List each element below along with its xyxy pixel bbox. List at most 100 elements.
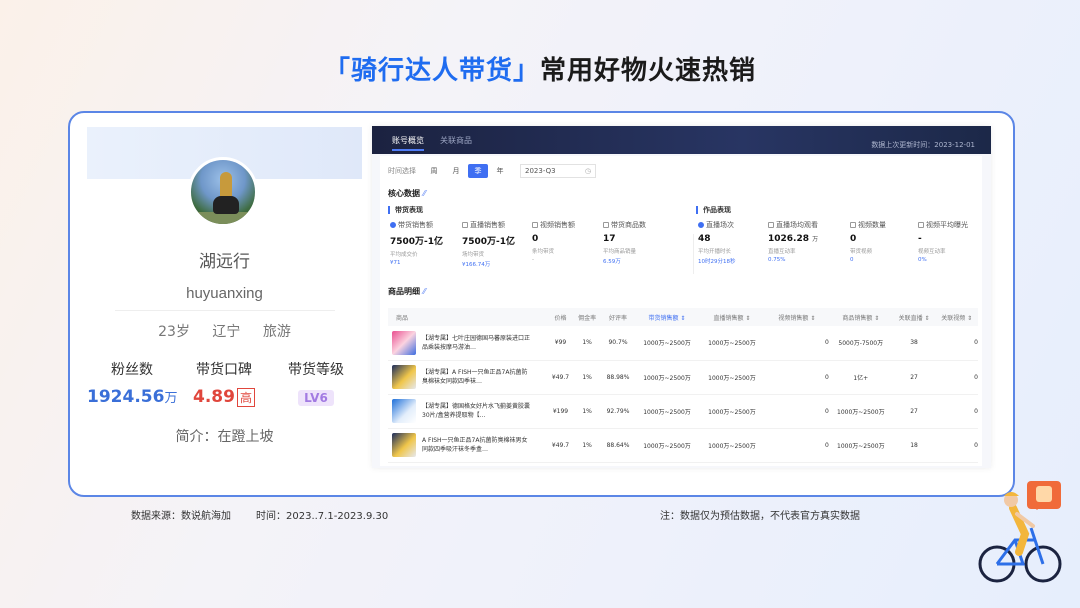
cell-related-live: 38 [892, 326, 936, 361]
period-year[interactable]: 年 [490, 164, 510, 178]
rating-label: 带货口碑 [196, 362, 252, 378]
cell-total-sales: 1000万~2500万 [635, 360, 699, 395]
cell-related-live: 27 [892, 394, 936, 429]
cell-commission: 1% [573, 394, 601, 429]
slide-title-rest: 常用好物火速热销 [540, 56, 757, 86]
profile-card: 湖远行 huyuanxing 23岁 辽宁 旅游 粉丝数 1924.56万 带货… [87, 127, 362, 467]
cell-related-video[interactable]: 0 [935, 360, 978, 395]
profile-handle: huyuanxing [186, 285, 263, 302]
time-filter-label: 时间选择 [388, 167, 416, 175]
fans-label: 粉丝数 [111, 362, 153, 378]
slide-title-highlight: 「骑行达人带货」 [323, 56, 540, 86]
product-table: 商品 价格 佣金率 好评率 带货销售额 ⇕ 直播销售额 ⇕ 视频销售额 ⇕ 商品… [388, 308, 978, 463]
cell-live-sales: 1000万~2500万 [698, 394, 765, 429]
data-time-range: 时间：2023..7.1-2023.9.30 [256, 511, 389, 522]
cell-product-sales: 5000万-7500万 [828, 326, 893, 361]
live-count-icon [698, 222, 704, 228]
level-label: 带货等级 [288, 362, 344, 378]
col-live-sales[interactable]: 直播销售额 ⇕ [698, 308, 765, 326]
table-row[interactable]: A FISH一只鱼正品7A抗菌防臭棉袜男女同款四季吸汗袜冬季盒… ¥49.7 1… [388, 428, 978, 463]
cell-related-live: 27 [892, 360, 936, 395]
cell-total-sales: 1000万~2500万 [635, 428, 699, 463]
cell-video-sales: 0 [764, 394, 829, 429]
slide-title: 「骑行达人带货」常用好物火速热销 [0, 50, 1080, 87]
stat-level: 带货等级 LV6 [271, 359, 361, 407]
disclaimer-note: 注：数据仅为预估数据，不代表官方真实数据 [660, 511, 860, 522]
dashboard-screenshot: 账号概览 关联商品 数据上次更新时间：2023-12-01 时间选择 周 月 季… [372, 126, 991, 468]
cell-product-sales: 1000万~2500万 [828, 394, 893, 429]
calendar-icon: ◷ [584, 167, 591, 175]
metric-live-count: 直播场次 48 平均开播时长 10时29分18秒 [698, 221, 736, 265]
cell-praise: 90.7% [600, 326, 636, 361]
table-row[interactable]: 【湖专属】A FISH一只鱼正品7A抗菌防臭棉袜女同款四季袜… ¥49.7 1%… [388, 360, 978, 395]
cell-related-video[interactable]: 0 [935, 394, 978, 429]
stat-rating: 带货口碑 4.89 高 [179, 359, 269, 407]
product-thumbnail[interactable] [392, 365, 416, 389]
cell-price: ¥49.7 [547, 360, 574, 395]
table-row[interactable]: 【湖专属】七叶庄园德国马蕃原装进口正品乘装按摩马游油… ¥99 1% 90.7%… [388, 326, 978, 361]
cell-total-sales: 1000万~2500万 [635, 326, 699, 361]
col-price: 价格 [547, 308, 574, 326]
cell-video-sales: 0 [764, 360, 829, 395]
metric-total-sales: 带货销售额 7500万-1亿 平均成交价 ¥71 [390, 221, 444, 266]
profile-category: 旅游 [262, 324, 291, 340]
col-total-sales[interactable]: 带货销售额 ⇕ [635, 308, 699, 326]
tab-related-products[interactable]: 关联商品 [440, 135, 472, 146]
col-video-sales[interactable]: 视频销售额 ⇕ [764, 308, 829, 326]
metric-live-sales: 直播销售额 7500万-1亿 场均带货 ¥166.74万 [462, 221, 516, 268]
period-week[interactable]: 周 [424, 164, 444, 178]
cell-price: ¥49.7 [547, 428, 574, 463]
product-thumbnail[interactable] [392, 330, 416, 355]
table-row[interactable]: 【湖专属】德国格女好片水飞蓟姜黄胶囊30片/盒营养提取物【… ¥199 1% 9… [388, 394, 978, 429]
video-count-icon [850, 222, 856, 228]
rating-value: 4.89 [193, 387, 235, 407]
stat-fans: 粉丝数 1924.56万 [87, 359, 177, 407]
live-icon [462, 222, 468, 228]
data-source: 数据来源：数说航海加 [131, 511, 231, 522]
dashboard-header: 账号概览 关联商品 数据上次更新时间：2023-12-01 [372, 126, 991, 154]
dashboard-body: 时间选择 周 月 季 年 2023-Q3 ◷ 核心数据 ⁄⁄ 带货表现 作品表现 带… [380, 156, 982, 466]
period-quarter[interactable]: 季 [468, 164, 488, 178]
cell-product-sales: 1000万~2500万 [828, 428, 893, 463]
date-picker[interactable]: 2023-Q3 ◷ [520, 164, 596, 178]
fans-value: 1924.56 [87, 387, 165, 407]
cell-price: ¥99 [547, 326, 574, 361]
cell-live-sales: 1000万~2500万 [698, 360, 765, 395]
col-product-sales[interactable]: 商品销售额 ⇕ [828, 308, 893, 326]
rating-badge: 高 [236, 387, 255, 407]
product-icon [603, 222, 609, 228]
product-name[interactable]: 【湖专属】七叶庄园德国马蕃原装进口正品乘装按摩马游油… [422, 334, 532, 352]
tab-account-overview[interactable]: 账号概览 [392, 135, 424, 151]
metric-video-count: 视频数量 0 带货视频 0 [850, 221, 886, 263]
cell-related-video[interactable]: 0 [935, 326, 978, 361]
product-thumbnail[interactable] [392, 399, 416, 423]
cell-commission: 1% [573, 428, 601, 463]
level-badge: LV6 [298, 390, 334, 406]
product-name[interactable]: 【湖专属】德国格女好片水飞蓟姜黄胶囊30片/盒营养提取物【… [422, 402, 532, 420]
product-thumbnail[interactable] [392, 433, 416, 457]
profile-meta: 23岁 辽宁 旅游 [87, 321, 362, 341]
table-header: 商品 价格 佣金率 好评率 带货销售额 ⇕ 直播销售额 ⇕ 视频销售额 ⇕ 商品… [388, 308, 978, 326]
col-praise: 好评率 [600, 308, 636, 326]
col-commission: 佣金率 [573, 308, 601, 326]
metric-live-views: 直播场均观看 1026.28 万 直播互动率 0.75% [768, 221, 819, 263]
cell-total-sales: 1000万~2500万 [635, 394, 699, 429]
video-icon [532, 222, 538, 228]
cell-commission: 1% [573, 360, 601, 395]
period-month[interactable]: 月 [446, 164, 466, 178]
product-name[interactable]: A FISH一只鱼正品7A抗菌防臭棉袜男女同款四季吸汗袜冬季盒… [422, 436, 532, 454]
cell-price: ¥199 [547, 394, 574, 429]
cyclist-illustration [978, 492, 1062, 583]
col-related-live[interactable]: 关联直播 ⇕ [892, 308, 936, 326]
date-value: 2023-Q3 [525, 167, 556, 175]
exposure-icon [918, 222, 924, 228]
col-related-video[interactable]: 关联视频 ⇕ [935, 308, 978, 326]
product-name[interactable]: 【湖专属】A FISH一只鱼正品7A抗菌防臭棉袜女同款四季袜… [422, 368, 532, 386]
metric-video-exposure: 视频平均曝光 - 视频互动率 0% [918, 221, 968, 263]
cell-related-live: 18 [892, 428, 936, 463]
cell-video-sales: 0 [764, 428, 829, 463]
sales-group-title: 带货表现 [388, 206, 423, 214]
works-group-title: 作品表现 [696, 206, 731, 214]
cell-related-video[interactable]: 0 [935, 428, 978, 463]
cell-live-sales: 1000万~2500万 [698, 326, 765, 361]
